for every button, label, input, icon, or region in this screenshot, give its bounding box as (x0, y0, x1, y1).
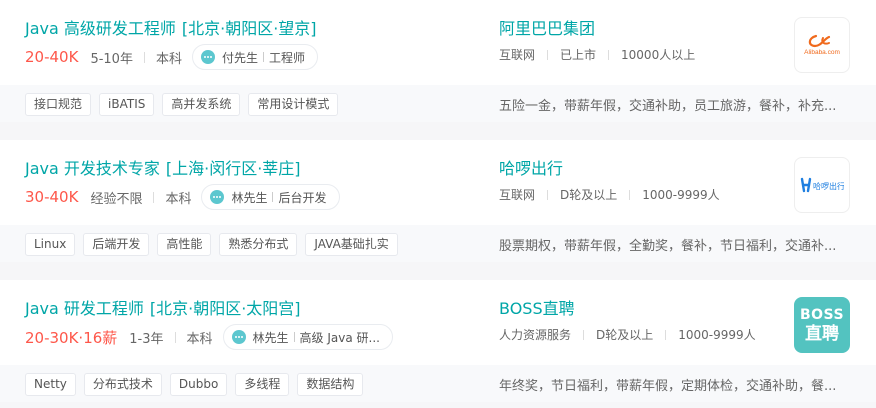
degree: 本科 (155, 51, 182, 67)
skill-tags: Netty 分布式技术 Dubbo 多线程 数据结构 (25, 373, 371, 396)
salary: 30-40K (25, 188, 79, 206)
job-area: [上海·闵行区·莘庄] (165, 159, 301, 178)
divider (143, 51, 145, 63)
company-name-link[interactable]: 哈啰出行 (499, 158, 563, 180)
experience: 1-3年 (129, 331, 164, 347)
divider (262, 52, 264, 62)
job-name[interactable]: Java 开发技术专家 (25, 159, 160, 178)
divider (608, 49, 610, 60)
company-tags: 人力资源服务 D轮及以上 1000-9999人 (499, 326, 756, 343)
company-stage: D轮及以上 (596, 328, 654, 342)
chat-icon (200, 50, 215, 64)
company-tags: 互联网 D轮及以上 1000-9999人 (499, 186, 720, 203)
recruiter-title: 后台开发 (278, 190, 327, 205)
skill-tag: 接口规范 (25, 93, 92, 116)
recruiter-chat-button[interactable]: 林先生 高级 Java 研... (222, 324, 393, 350)
welfare-text: 五险一金，带薪年假，交通补助，员工旅游，餐补，补充... (499, 99, 837, 114)
experience: 经验不限 (90, 191, 143, 207)
chat-icon (210, 190, 225, 204)
job-info: 20-40K 5-10年 本科 付先生 工程师 (25, 44, 318, 70)
recruiter-name: 林先生 (252, 330, 289, 345)
recruiter-title: 工程师 (268, 50, 305, 65)
experience: 5-10年 (90, 51, 133, 67)
company-size: 10000人以上 (621, 48, 696, 62)
job-area: [北京·朝阳区·太阳宫] (149, 299, 301, 318)
company-stage: 已上市 (560, 48, 597, 62)
logo-text-line2: 直聘 (805, 323, 839, 344)
company-industry: 互联网 (499, 48, 536, 62)
divider (547, 49, 549, 60)
recruiter-chat-button[interactable]: 林先生 后台开发 (201, 184, 340, 210)
recruiter-title: 高级 Java 研... (299, 330, 380, 345)
divider (665, 329, 667, 340)
skill-tag: 高并发系统 (162, 93, 241, 116)
skill-tag: JAVA基础扎实 (305, 233, 398, 256)
recruiter-name: 付先生 (221, 50, 258, 65)
salary: 20-30K·16薪 (25, 328, 118, 347)
skill-tag: 后端开发 (83, 233, 150, 256)
job-name[interactable]: Java 高级研发工程师 (25, 19, 176, 38)
job-title-link[interactable]: Java 研发工程师 [北京·朝阳区·太阳宫] (25, 298, 301, 320)
divider (547, 189, 549, 200)
chat-icon (231, 330, 246, 344)
company-logo[interactable]: Alibaba.com (794, 17, 850, 73)
degree: 本科 (165, 191, 192, 207)
skill-tag: Linux (25, 233, 76, 256)
skill-tag: 常用设计模式 (248, 93, 339, 116)
skill-tag: Netty (25, 373, 76, 396)
skill-tag: 数据结构 (297, 373, 364, 396)
company-name-link[interactable]: 阿里巴巴集团 (499, 18, 595, 40)
company-size: 1000-9999人 (642, 188, 720, 202)
divider (583, 329, 585, 340)
company-logo[interactable]: 哈啰出行 (794, 157, 850, 213)
job-title-link[interactable]: Java 高级研发工程师 [北京·朝阳区·望京] (25, 18, 317, 40)
company-name-link[interactable]: BOSS直聘 (499, 298, 575, 320)
hellobike-logo-icon: 哈啰出行 (800, 177, 844, 193)
job-info: 20-30K·16薪 1-3年 本科 林先生 高级 Java 研... (25, 324, 393, 350)
divider (293, 332, 295, 342)
divider (153, 191, 155, 203)
recruiter-name: 林先生 (231, 190, 268, 205)
job-info: 30-40K 经验不限 本科 林先生 后台开发 (25, 184, 340, 210)
skill-tags: Linux 后端开发 高性能 熟悉分布式 JAVA基础扎实 (25, 233, 406, 256)
job-card[interactable]: Java 高级研发工程师 [北京·朝阳区·望京] 20-40K 5-10年 本科 … (0, 0, 876, 122)
job-card[interactable]: Java 开发技术专家 [上海·闵行区·莘庄] 30-40K 经验不限 本科 林先… (0, 140, 876, 262)
job-name[interactable]: Java 研发工程师 (25, 299, 144, 318)
logo-text-line1: BOSS (799, 306, 845, 323)
logo-text: 哈啰出行 (813, 181, 844, 191)
skill-tag: 熟悉分布式 (219, 233, 298, 256)
divider (272, 192, 274, 202)
company-size: 1000-9999人 (678, 328, 756, 342)
job-card[interactable]: Java 研发工程师 [北京·朝阳区·太阳宫] 20-30K·16薪 1-3年 本… (0, 280, 876, 402)
company-industry: 人力资源服务 (499, 328, 572, 342)
welfare-text: 年终奖，节日福利，带薪年假，定期体检，交通补助，餐... (499, 379, 837, 394)
skill-tag: 高性能 (157, 233, 212, 256)
skill-tag: iBATIS (99, 93, 155, 116)
skill-tags: 接口规范 iBATIS 高并发系统 常用设计模式 (25, 93, 346, 116)
company-tags: 互联网 已上市 10000人以上 (499, 46, 695, 63)
recruiter-chat-button[interactable]: 付先生 工程师 (191, 44, 318, 70)
skill-tag: Dubbo (169, 373, 228, 396)
company-industry: 互联网 (499, 188, 536, 202)
salary: 20-40K (25, 48, 79, 66)
job-area: [北京·朝阳区·望京] (181, 19, 317, 38)
logo-text: Alibaba.com (804, 49, 840, 56)
company-stage: D轮及以上 (560, 188, 618, 202)
job-title-link[interactable]: Java 开发技术专家 [上海·闵行区·莘庄] (25, 158, 301, 180)
welfare-text: 股票期权，带薪年假，全勤奖，餐补，节日福利，交通补... (499, 239, 837, 254)
divider (629, 189, 631, 200)
degree: 本科 (186, 331, 213, 347)
skill-tag: 分布式技术 (83, 373, 162, 396)
company-logo[interactable]: BOSS 直聘 (794, 297, 850, 353)
alibaba-logo-icon: Alibaba.com (804, 34, 840, 56)
divider (174, 331, 176, 343)
skill-tag: 多线程 (235, 373, 290, 396)
